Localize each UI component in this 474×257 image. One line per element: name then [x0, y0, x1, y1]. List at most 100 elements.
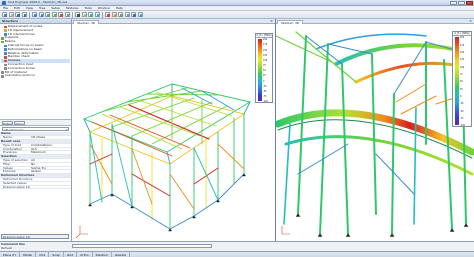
menu-item-edit[interactable]: Edit: [11, 6, 23, 10]
command-line-bar: Command line Refresh: [0, 241, 474, 251]
tree-node-icon: [1, 74, 4, 78]
section-icon[interactable]: [81, 12, 87, 17]
zoom-icon[interactable]: [45, 12, 51, 17]
menu-item-file[interactable]: File: [0, 6, 11, 10]
tree-item-label: Calculation protocol: [4, 74, 35, 78]
property-value[interactable]: Sigma_E+: [30, 167, 71, 170]
property-key: Extreme: [3, 170, 16, 174]
tree-node-icon: [4, 67, 7, 70]
render-icon[interactable]: [88, 12, 94, 17]
property-group-label: Result case: [1, 139, 21, 143]
results-icon[interactable]: [105, 12, 111, 17]
tree-node-icon: [4, 29, 7, 32]
status-cell[interactable]: Grid: [64, 252, 78, 257]
pan-icon[interactable]: [64, 12, 70, 17]
left-panel: Structure Displacement of nodes 1D displa…: [0, 19, 72, 241]
refresh-button[interactable]: Refresh: [2, 120, 13, 126]
maximize-button[interactable]: [458, 0, 465, 5]
status-cell[interactable]: UCS: [36, 252, 50, 257]
toolbar-separator: [29, 11, 30, 18]
properties-panel: 1D stress (1) NameName 1D stress Result ca…: [0, 126, 71, 241]
menu-item-tree[interactable]: Tree: [36, 6, 48, 10]
check-icon[interactable]: [118, 12, 124, 17]
close-icon[interactable]: ×: [469, 19, 472, 23]
minimize-button[interactable]: [450, 0, 457, 5]
status-cell[interactable]: Ortho: [77, 252, 93, 257]
property-key: Type of selection: [3, 158, 29, 162]
rotate-icon[interactable]: [58, 12, 64, 17]
status-cell[interactable]: Model: [20, 252, 37, 257]
structure-overview-drawing[interactable]: [72, 24, 276, 241]
menu-item-tools[interactable]: Tools: [81, 6, 94, 10]
property-key: Name: [3, 136, 12, 140]
close-button[interactable]: [466, 0, 473, 5]
status-cell[interactable]: Snap: [49, 252, 64, 257]
property-group-label: Deformed structure: [1, 174, 35, 178]
help-icon[interactable]: [137, 12, 143, 17]
results-tree: Displacement of nodes 1D displacement 1D i…: [0, 24, 71, 120]
status-cell[interactable]: Plane XY: [0, 252, 21, 257]
property-value[interactable]: [30, 182, 71, 185]
property-row[interactable]: Drawing setup 1D: [0, 186, 71, 190]
menu-item-setup[interactable]: Setup: [48, 6, 63, 10]
print-icon[interactable]: [21, 12, 27, 17]
window-title: Scia Engineer 2008.0 - Stadium_3D.esa: [8, 1, 68, 4]
property-key: Envelope: [3, 151, 17, 155]
property-value[interactable]: ULS: [30, 148, 71, 151]
open-icon[interactable]: [8, 12, 14, 17]
property-value[interactable]: [30, 178, 71, 181]
property-value[interactable]: 1D stress: [30, 136, 71, 139]
property-key: Drawing setup 1D: [3, 185, 30, 189]
tree-node-icon: [4, 52, 7, 55]
zoom-all-icon[interactable]: [51, 12, 57, 17]
tree-node-icon: [4, 55, 7, 59]
status-cell: Stadium: [93, 252, 113, 257]
tree-item[interactable]: Calculation protocol: [1, 74, 70, 78]
structure-detail-drawing[interactable]: [276, 24, 474, 241]
new-icon[interactable]: [2, 12, 7, 17]
tree-node-icon: [1, 71, 4, 74]
drawing-setup-button[interactable]: Drawing setup 1D: [1, 234, 69, 239]
menu-item-view[interactable]: View: [23, 6, 36, 10]
close-icon[interactable]: ×: [270, 19, 273, 23]
redo-icon[interactable]: [38, 12, 44, 17]
viewport-overview[interactable]: Stadium_3D × σ_E+ [MPa] 200 175 150 125 …: [72, 19, 276, 241]
stress-legend: σ_E+ [MPa] 200 175 150 125 100 75 50 25 0 -25 -50-…: [452, 31, 472, 127]
tree-node-icon: [1, 36, 4, 40]
report-icon[interactable]: [131, 12, 137, 17]
property-value[interactable]: All: [30, 159, 71, 162]
property-group-label: Selection: [1, 155, 17, 159]
command-input[interactable]: [72, 243, 212, 248]
tree-node-icon: [4, 33, 7, 36]
property-key: Combination: [3, 147, 23, 151]
property-value[interactable]: Maximum: [30, 151, 71, 154]
properties-combo[interactable]: 1D stress (1): [2, 127, 69, 132]
tree-node-icon: [1, 40, 4, 44]
menu-item-help[interactable]: Help: [113, 6, 126, 10]
property-value[interactable]: No: [30, 163, 71, 166]
calc-icon[interactable]: [111, 12, 117, 17]
property-value[interactable]: Combinations: [30, 144, 71, 147]
status-bar: Plane XY Model UCS Snap Grid Ortho Stadium Resu…: [0, 251, 474, 257]
command-line-label: Command line: [1, 242, 26, 246]
menu-item-window[interactable]: Window: [95, 6, 113, 10]
main-toolbar: [0, 11, 474, 19]
undo-icon[interactable]: [32, 12, 38, 17]
tree-node-icon: [4, 25, 7, 29]
properties-grid: Name Name 1D stress Result case Type of load…: [0, 132, 71, 190]
settings-icon[interactable]: [124, 12, 130, 17]
legend-color-bar: [455, 37, 459, 125]
property-key: Filter: [3, 162, 11, 166]
window-controls: [450, 0, 473, 5]
save-icon[interactable]: [15, 12, 20, 17]
menu-item-modules[interactable]: Modules: [63, 6, 81, 10]
wireframe-icon[interactable]: [94, 12, 100, 17]
select-icon[interactable]: [75, 12, 81, 17]
status-cell: Results: [112, 252, 130, 257]
stress-legend: σ_E+ [MPa] 200 175 150 125 100 75 50 25 0 -25 -50-…: [255, 33, 273, 104]
tree-node-icon: [4, 63, 7, 67]
property-value[interactable]: Global: [30, 170, 71, 173]
viewport-detail[interactable]: Stadium_3D × σ_E+ [MPa] 200 175 150 125 …: [276, 19, 474, 241]
close-tree-button[interactable]: Close: [14, 120, 25, 126]
property-value[interactable]: [30, 186, 71, 189]
